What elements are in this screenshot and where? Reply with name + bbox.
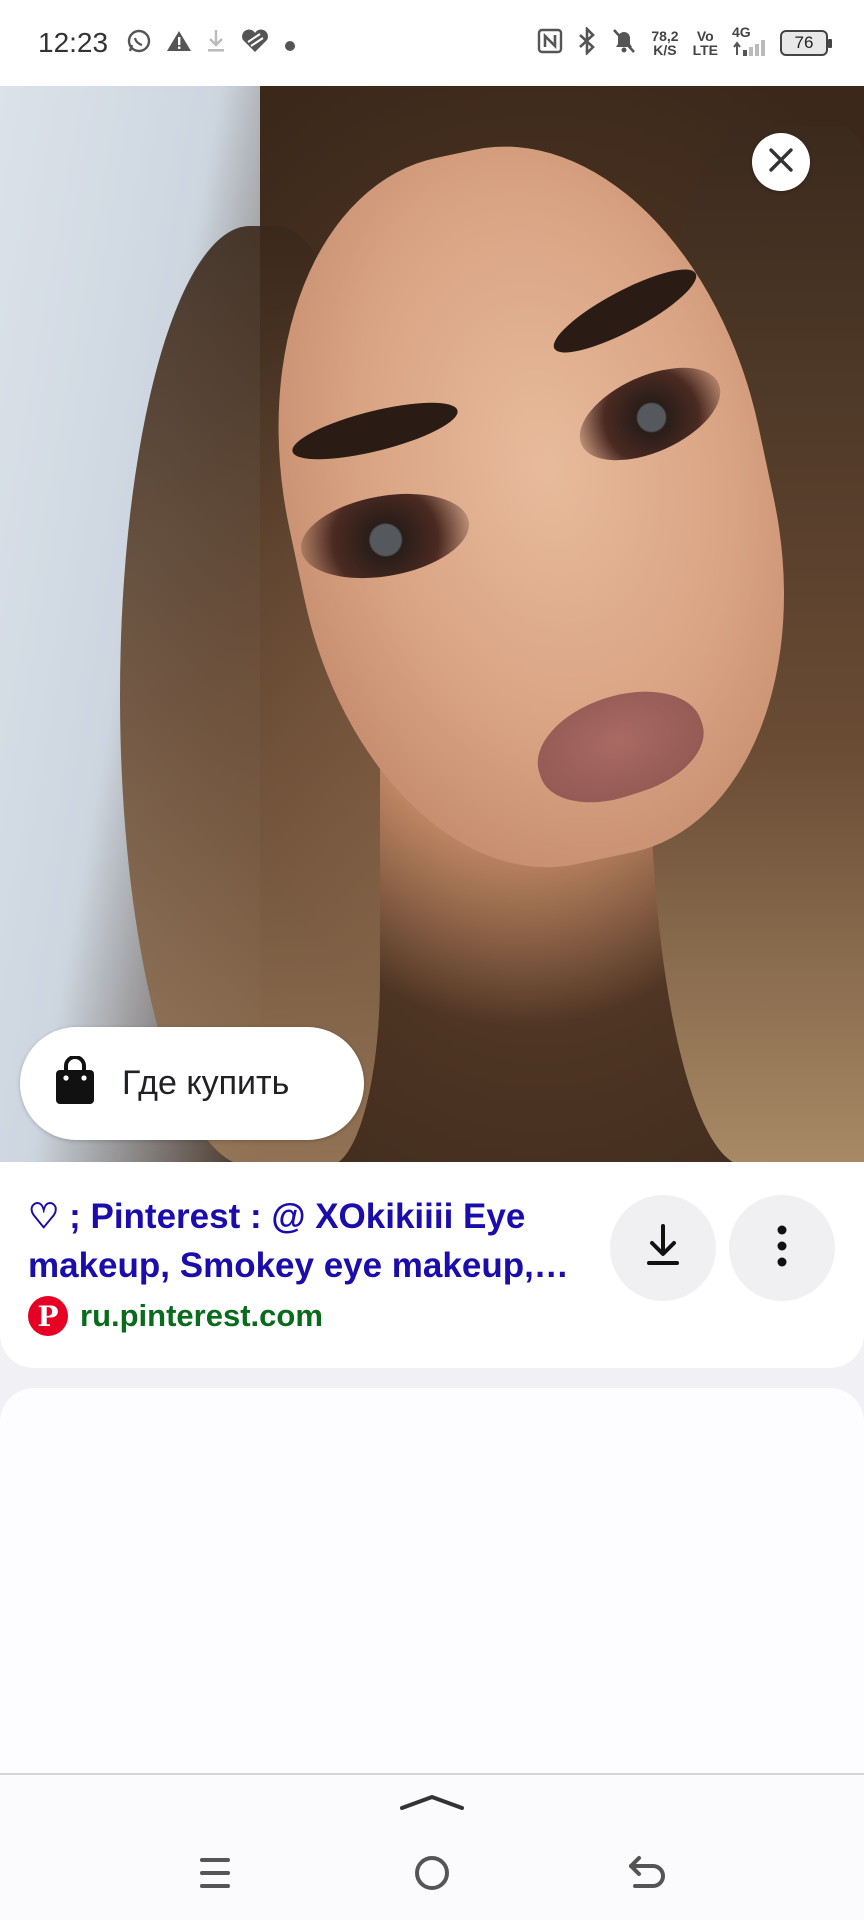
volte-indicator: Vo LTE [693,29,718,57]
volte-bottom: LTE [692,42,718,58]
pinterest-icon: P [28,1296,68,1336]
heart-icon [240,28,270,58]
result-source[interactable]: P ru.pinterest.com [28,1296,323,1336]
warning-icon [166,29,192,57]
status-bar: 12:23 78,2 K/S Vo LTE 4G 76 [0,0,864,86]
menu-button[interactable] [180,1845,250,1905]
more-options-button[interactable] [729,1195,835,1301]
status-right: 78,2 K/S Vo LTE 4G 76 [537,25,832,62]
where-to-buy-label: Где купить [122,1064,290,1102]
bottom-navigation [0,1773,864,1920]
more-vertical-icon [776,1224,788,1273]
signal-icon [732,39,766,62]
net-speed: 78,2 K/S [651,29,678,57]
bluetooth-icon [577,25,597,59]
nfc-icon [537,28,563,58]
status-left: 12:23 [38,27,296,59]
network-type: 4G [732,23,751,40]
dot-icon [284,30,296,56]
mute-icon [611,27,637,59]
close-icon [767,146,795,179]
battery-icon: 76 [780,30,832,56]
back-icon [627,1854,667,1897]
signal-group: 4G [732,25,766,62]
source-domain: ru.pinterest.com [80,1298,323,1333]
result-title-link[interactable]: ♡ ; Pinterest : @ XOkikiiii Eye makeup, … [28,1192,588,1290]
next-result-card [0,1388,864,1778]
download-icon [206,28,226,58]
menu-icon [198,1855,232,1896]
download-icon [645,1223,681,1274]
status-time: 12:23 [38,27,109,58]
home-button[interactable] [397,1845,467,1905]
whatsapp-icon [126,28,152,58]
chevron-up-icon [399,1792,465,1817]
net-speed-value: 78,2 [651,28,679,44]
expand-handle[interactable] [392,1789,472,1819]
shopping-bag-icon [54,1055,96,1111]
download-button[interactable] [610,1195,716,1301]
close-button[interactable] [752,133,810,191]
home-circle-icon [413,1854,451,1897]
battery-level: 76 [794,33,814,52]
net-speed-unit: K/S [653,42,677,58]
back-button[interactable] [612,1845,682,1905]
volte-top: Vo [696,28,714,44]
result-image[interactable] [0,86,864,1162]
where-to-buy-button[interactable]: Где купить [20,1027,364,1140]
